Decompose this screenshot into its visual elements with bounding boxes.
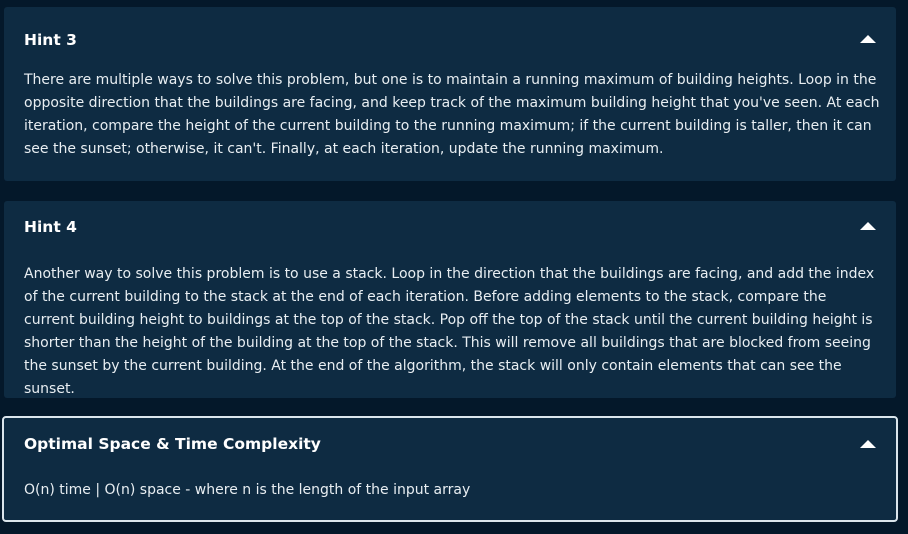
hint-3-body: There are multiple ways to solve this pr… [24, 72, 880, 157]
caret-up-icon [860, 35, 876, 43]
hint-4-title[interactable]: Hint 4 [24, 217, 77, 237]
caret-up-icon [860, 222, 876, 230]
hint-4-panel: Hint 4 Another way to solve this problem… [4, 201, 896, 398]
complexity-title[interactable]: Optimal Space & Time Complexity [24, 434, 321, 454]
complexity-collapse-button[interactable] [856, 434, 880, 454]
complexity-panel: Optimal Space & Time Complexity O(n) tim… [2, 416, 898, 522]
hint-3-title[interactable]: Hint 3 [24, 30, 77, 50]
hint-4-body: Another way to solve this problem is to … [24, 266, 875, 397]
hint-4-collapse-button[interactable] [856, 216, 880, 236]
hint-3-panel: Hint 3 There are multiple ways to solve … [4, 7, 896, 181]
complexity-body: O(n) time | O(n) space - where n is the … [24, 482, 471, 498]
caret-up-icon [860, 440, 876, 448]
hint-3-collapse-button[interactable] [856, 29, 880, 49]
